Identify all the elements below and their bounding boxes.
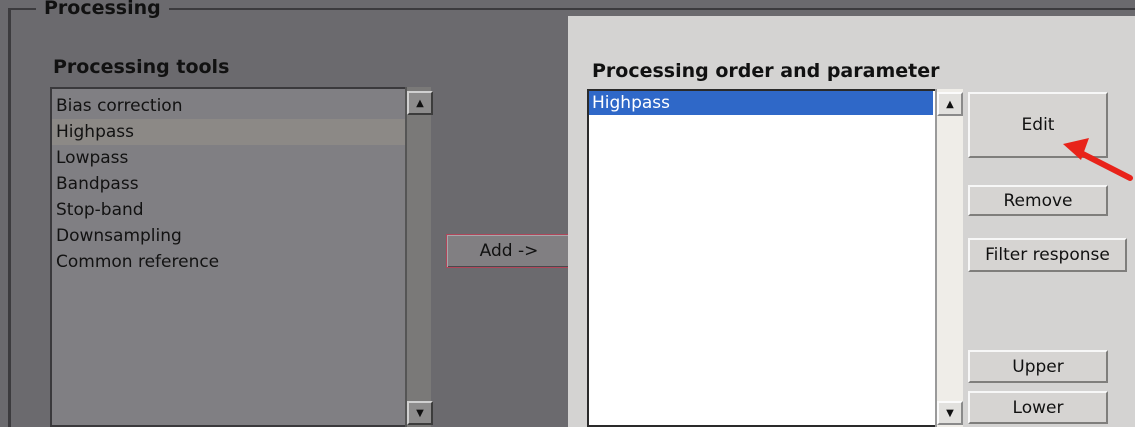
tools-list[interactable]: Bias correction Highpass Lowpass Bandpas… (50, 87, 431, 427)
group-frame-top (8, 8, 1135, 10)
list-item[interactable]: Downsampling (52, 223, 429, 249)
scroll-up-icon[interactable]: ▲ (937, 92, 963, 116)
annotation-arrow-icon (1063, 138, 1133, 181)
upper-button[interactable]: Upper (968, 350, 1108, 383)
order-scrollbar[interactable]: ▲ ▼ (935, 89, 963, 427)
scroll-down-icon[interactable]: ▼ (937, 401, 963, 425)
list-item[interactable]: Bandpass (52, 171, 429, 197)
filter-response-button[interactable]: Filter response (968, 238, 1127, 272)
list-item[interactable]: Common reference (52, 249, 429, 275)
list-item[interactable]: Highpass (52, 119, 429, 145)
list-item[interactable]: Lowpass (52, 145, 429, 171)
list-item[interactable]: Stop-band (52, 197, 429, 223)
group-frame-left (8, 8, 11, 427)
scroll-up-icon[interactable]: ▲ (407, 91, 433, 115)
scroll-down-icon[interactable]: ▼ (407, 401, 433, 425)
tools-label: Processing tools (53, 56, 230, 78)
add-button[interactable]: Add -> (446, 234, 572, 268)
order-list[interactable]: Highpass (587, 89, 963, 427)
lower-button[interactable]: Lower (968, 391, 1108, 424)
list-item[interactable]: Bias correction (52, 93, 429, 119)
tools-scrollbar[interactable]: ▲ ▼ (405, 87, 433, 427)
group-title: Processing (36, 0, 169, 22)
list-item[interactable]: Highpass (589, 91, 933, 115)
order-label: Processing order and parameter (592, 60, 940, 82)
